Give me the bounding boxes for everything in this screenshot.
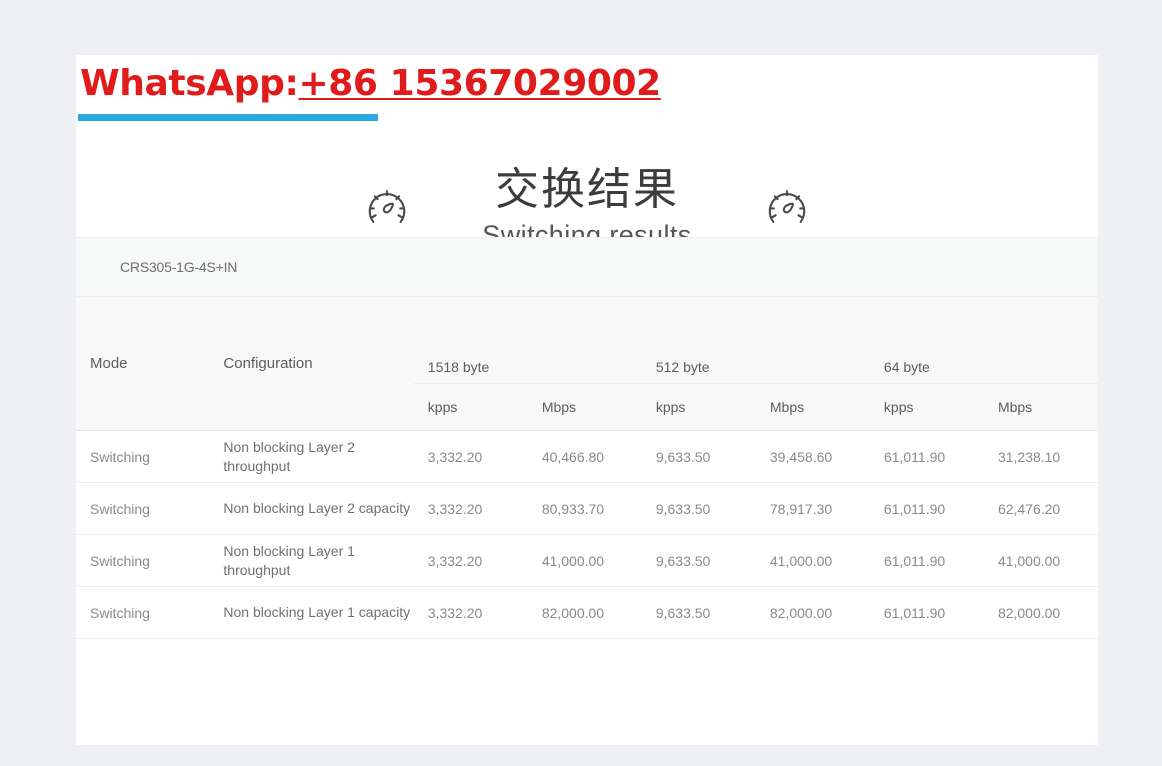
column-header-64-kpps: kpps (869, 383, 984, 431)
table-row: Switching Non blocking Layer 2 throughpu… (76, 430, 1098, 483)
table-group-header-row: Mode Configuration 1518 byte 512 byte 64… (76, 297, 1098, 431)
column-group-header-64-byte: 64 byte (883, 359, 930, 375)
cell-64-mbps: 31,238.10 (997, 448, 1061, 465)
cell-1518-kpps: 3,332.20 (427, 552, 483, 569)
cell-512-kpps: 9,633.50 (655, 448, 711, 465)
cell-1518-mbps: 82,000.00 (541, 604, 605, 621)
gauge-icon (364, 185, 410, 231)
results-card: WhatsApp:+86 15367029002 交换结果 Switching … (76, 55, 1098, 745)
cell-64-kpps: 61,011.90 (883, 604, 946, 621)
cell-512-kpps: 9,633.50 (655, 552, 711, 569)
table-footer-space (76, 689, 1098, 745)
cell-mode: Switching (90, 552, 150, 569)
table-row: Switching Non blocking Layer 1 capacity … (76, 586, 1098, 639)
cell-configuration: Non blocking Layer 2 throughput (223, 438, 355, 474)
page-title-cn: 交换结果 (494, 163, 679, 215)
cell-64-mbps: 82,000.00 (997, 604, 1061, 621)
cell-1518-kpps: 3,332.20 (427, 500, 483, 517)
table-row: Switching Non blocking Layer 1 throughpu… (76, 534, 1098, 587)
whatsapp-phone-number[interactable]: +86 15367029002 (298, 63, 661, 104)
cell-512-mbps: 39,458.60 (769, 448, 833, 465)
cell-64-kpps: 61,011.90 (883, 500, 946, 517)
column-header-64-mbps: Mbps (983, 383, 1098, 431)
column-header-1518-mbps: Mbps (527, 383, 642, 431)
contact-banner: WhatsApp:+86 15367029002 (76, 55, 1098, 133)
cell-configuration: Non blocking Layer 1 capacity (223, 604, 411, 621)
cell-64-kpps: 61,011.90 (883, 552, 946, 569)
column-group-header-1518-byte: 1518 byte (427, 359, 490, 375)
cell-configuration: Non blocking Layer 1 throughput (223, 542, 355, 578)
cell-mode: Switching (90, 500, 150, 517)
column-group-header-512-byte: 512 byte (655, 359, 710, 375)
model-name: CRS305-1G-4S+IN (120, 259, 238, 275)
cell-64-mbps: 41,000.00 (997, 552, 1061, 569)
switching-results-table: Mode Configuration 1518 byte 512 byte 64… (76, 297, 1098, 639)
cell-1518-kpps: 3,332.20 (427, 604, 483, 621)
column-header-1518-kpps: kpps (413, 383, 528, 431)
column-header-mode: Mode (76, 297, 210, 431)
table-head: Mode Configuration 1518 byte 512 byte 64… (76, 297, 1098, 431)
cell-configuration: Non blocking Layer 2 capacity (223, 500, 411, 517)
accent-rule (78, 114, 378, 121)
cell-512-kpps: 9,633.50 (655, 500, 711, 517)
cell-64-mbps: 62,476.20 (997, 500, 1061, 517)
column-header-512-kpps: kpps (641, 383, 756, 431)
column-header-configuration: Configuration (209, 297, 414, 431)
table-body: Switching Non blocking Layer 2 throughpu… (76, 430, 1098, 639)
whatsapp-contact: WhatsApp:+86 15367029002 (80, 63, 661, 104)
cell-mode: Switching (90, 448, 150, 465)
whatsapp-label: WhatsApp: (80, 63, 299, 104)
cell-mode: Switching (90, 604, 150, 621)
cell-1518-mbps: 40,466.80 (541, 448, 605, 465)
table-row: Switching Non blocking Layer 2 capacity … (76, 482, 1098, 535)
cell-512-mbps: 78,917.30 (769, 500, 833, 517)
column-header-512-mbps: Mbps (755, 383, 870, 431)
cell-512-mbps: 82,000.00 (769, 604, 833, 621)
cell-1518-mbps: 80,933.70 (541, 500, 605, 517)
cell-512-mbps: 41,000.00 (769, 552, 833, 569)
cell-1518-kpps: 3,332.20 (427, 448, 483, 465)
cell-1518-mbps: 41,000.00 (541, 552, 605, 569)
model-name-band: CRS305-1G-4S+IN (76, 237, 1098, 297)
gauge-icon (764, 185, 810, 231)
cell-512-kpps: 9,633.50 (655, 604, 711, 621)
cell-64-kpps: 61,011.90 (883, 448, 946, 465)
